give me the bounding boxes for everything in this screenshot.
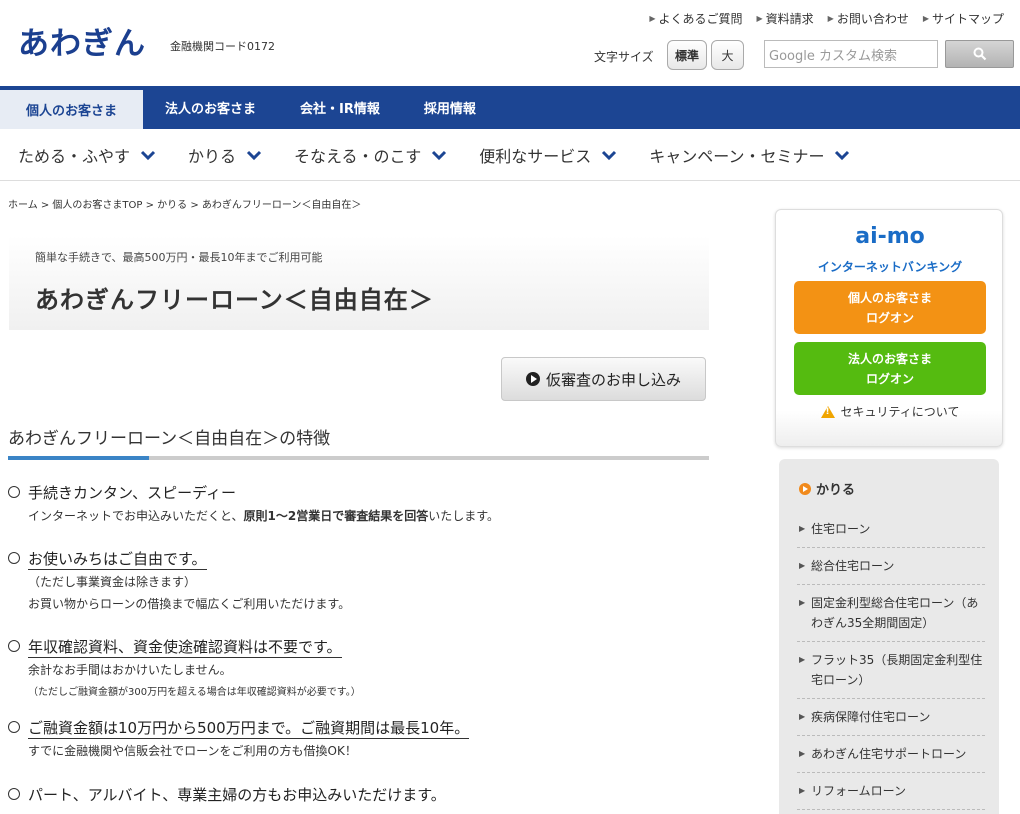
security-link[interactable]: セキュリティについて xyxy=(776,403,1004,420)
section-heading: あわぎんフリーローン＜自由自在＞の特徴 xyxy=(8,429,331,449)
circle-icon xyxy=(8,640,20,652)
list-item[interactable]: ▶ フラット35（長期固定金利型住 宅ローン） xyxy=(797,642,985,699)
font-size-large-button[interactable]: 大 xyxy=(711,40,744,70)
section-divider xyxy=(8,456,709,460)
borrow-menu-list: ▶ 住宅ローン ▶ 総合住宅ローン ▶ 固定金利型総合住宅ローン（あ わぎん35全期間固… xyxy=(797,511,985,810)
list-item[interactable]: ▶ リフォームローン xyxy=(797,773,985,810)
breadcrumb[interactable]: ホーム > 個人のお客さまTOP > かりる > あわぎんフリーローン＜自由自在… xyxy=(8,196,361,211)
play-icon xyxy=(525,372,540,386)
page-title: あわぎんフリーローン＜自由自在＞ xyxy=(35,286,434,314)
list-item[interactable]: ▶ 疾病保障付住宅ローン xyxy=(797,699,985,736)
subnav-save[interactable]: ためる・ふやす xyxy=(18,143,156,167)
font-size-standard-button[interactable]: 標準 xyxy=(667,40,707,70)
triangle-icon: ▶ xyxy=(922,14,929,23)
circle-icon xyxy=(8,486,20,498)
chevron-down-icon xyxy=(246,150,262,160)
font-size-label: 文字サイズ xyxy=(594,50,654,64)
chevron-down-icon xyxy=(432,150,447,160)
search-input[interactable]: Google カスタム検索 xyxy=(764,40,938,68)
search-icon xyxy=(973,47,986,61)
tab-recruit[interactable]: 採用情報 xyxy=(402,86,498,129)
borrow-menu-title[interactable]: かりる xyxy=(799,479,855,498)
circle-icon xyxy=(8,552,20,564)
tab-personal[interactable]: 個人のお客さま xyxy=(0,86,143,129)
bank-code: 金融機関コード0172 xyxy=(170,40,275,53)
aimo-logo: ai-mo xyxy=(855,224,925,249)
circle-icon xyxy=(8,721,20,733)
chevron-down-icon xyxy=(140,150,156,160)
triangle-icon: ▶ xyxy=(799,712,806,721)
search-button[interactable] xyxy=(945,40,1014,68)
triangle-icon: ▶ xyxy=(649,14,656,23)
borrow-menu: かりる ▶ 住宅ローン ▶ 総合住宅ローン ▶ 固定金利型総合住宅ローン（あ わぎん35… xyxy=(779,459,999,814)
tab-corporate[interactable]: 法人のお客さま xyxy=(143,86,278,129)
triangle-icon: ▶ xyxy=(756,14,763,23)
list-item[interactable]: ▶ あわぎん住宅サポートローン xyxy=(797,736,985,773)
page-title-box: 簡単な手続きで、最高500万円・最長10年までご利用可能 あわぎんフリーローン＜… xyxy=(9,236,709,330)
subnav-campaign[interactable]: キャンペーン・セミナー xyxy=(649,143,850,167)
personal-logon-button[interactable]: 個人のお客さま ログオン xyxy=(794,281,986,334)
site-header: あわぎん 金融機関コード0172 ▶ よくあるご質問 ▶ 資料請求 ▶ お問い合わせ … xyxy=(0,0,1020,86)
triangle-icon: ▶ xyxy=(799,786,806,795)
triangle-icon: ▶ xyxy=(799,749,806,758)
triangle-icon: ▶ xyxy=(799,524,806,533)
tab-company-ir[interactable]: 会社・IR情報 xyxy=(278,86,402,129)
sitemap-link[interactable]: ▶ サイトマップ xyxy=(923,10,1004,27)
awagin-logo[interactable]: あわぎん xyxy=(18,18,146,63)
internet-banking-box: ai-mo インターネットバンキング 個人のお客さま ログオン 法人のお客さま ログ… xyxy=(775,209,1003,447)
list-item[interactable]: ▶ 固定金利型総合住宅ローン（あ わぎん35全期間固定） xyxy=(797,585,985,642)
subnav-prepare[interactable]: そなえる・のこす xyxy=(294,143,447,167)
top-navigation: 個人のお客さま 法人のお客さま 会社・IR情報 採用情報 xyxy=(0,86,1020,129)
subnav-borrow[interactable]: かりる xyxy=(188,143,262,167)
triangle-icon: ▶ xyxy=(799,561,806,570)
warning-icon xyxy=(820,405,835,418)
page-subtitle: 簡単な手続きで、最高500万円・最長10年までご利用可能 xyxy=(35,251,323,264)
list-item[interactable]: ▶ 総合住宅ローン xyxy=(797,548,985,585)
triangle-icon: ▶ xyxy=(799,655,806,664)
triangle-icon: ▶ xyxy=(827,14,834,23)
contact-link[interactable]: ▶ お問い合わせ xyxy=(828,10,909,27)
corporate-logon-button[interactable]: 法人のお客さま ログオン xyxy=(794,342,986,395)
chevron-down-icon xyxy=(835,150,850,160)
triangle-icon: ▶ xyxy=(799,598,806,607)
sub-navigation: ためる・ふやす かりる そなえる・のこす 便利なサービス キャンペーン・セミナー xyxy=(0,129,1020,181)
brochure-link[interactable]: ▶ 資料請求 xyxy=(756,10,813,27)
utility-links: ▶ よくあるご質問 ▶ 資料請求 ▶ お問い合わせ ▶ サイトマップ xyxy=(649,10,1004,27)
chevron-down-icon xyxy=(602,150,617,160)
pre-screening-apply-button[interactable]: 仮審査のお申し込み xyxy=(501,357,706,401)
arrow-circle-icon xyxy=(799,482,811,495)
faq-link[interactable]: ▶ よくあるご質問 xyxy=(649,10,742,27)
aimo-subtitle: インターネットバンキング xyxy=(817,260,963,274)
subnav-services[interactable]: 便利なサービス xyxy=(479,143,617,167)
list-item[interactable]: ▶ 住宅ローン xyxy=(797,511,985,548)
circle-icon xyxy=(8,788,20,800)
